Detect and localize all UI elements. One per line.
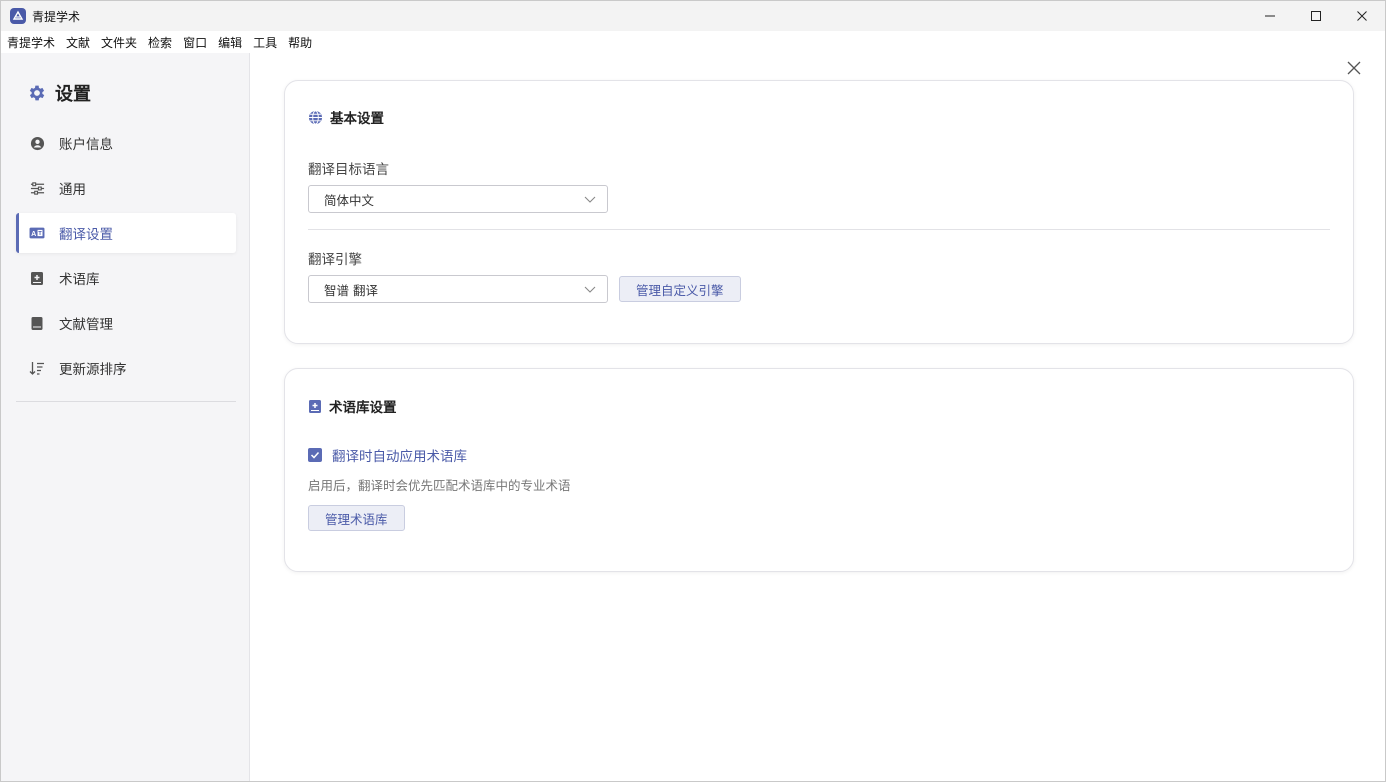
settings-sidebar: 设置 账户信息 通用 A 翻译设置 术语库 文献管理 更新源排序	[1, 53, 250, 781]
sidebar-item-label: 术语库	[59, 272, 100, 288]
sidebar-item-label: 通用	[59, 182, 86, 198]
minimize-button[interactable]	[1247, 1, 1293, 31]
menu-tools[interactable]: 工具	[253, 34, 277, 51]
sidebar-item-label: 账户信息	[59, 137, 113, 153]
close-icon[interactable]	[1346, 60, 1362, 76]
sliders-icon	[29, 180, 45, 196]
auto-apply-label: 翻译时自动应用术语库	[332, 449, 467, 465]
auto-apply-checkbox[interactable]	[308, 448, 322, 462]
sidebar-item-label: 文献管理	[59, 317, 113, 333]
settings-title: 设置	[55, 84, 91, 105]
menu-edit[interactable]: 编辑	[218, 34, 242, 51]
sidebar-item-glossary[interactable]: 术语库	[16, 258, 236, 298]
target-language-select[interactable]: 简体中文	[308, 185, 608, 213]
sidebar-item-general[interactable]: 通用	[16, 168, 236, 208]
basic-settings-title: 基本设置	[308, 107, 384, 127]
menu-search[interactable]: 检索	[148, 34, 172, 51]
checkmark-icon	[310, 451, 320, 459]
minimize-icon	[1265, 15, 1275, 17]
glossary-settings-title-text: 术语库设置	[329, 400, 397, 416]
manage-custom-engine-button[interactable]: 管理自定义引擎	[619, 276, 741, 302]
target-language-label: 翻译目标语言	[308, 162, 389, 178]
maximize-icon	[1311, 11, 1321, 21]
globe-icon	[308, 109, 323, 125]
sidebar-item-label: 更新源排序	[59, 362, 127, 378]
target-language-value: 简体中文	[324, 192, 375, 208]
gear-icon	[29, 85, 45, 101]
term-book-icon	[308, 399, 322, 414]
glossary-settings-title: 术语库设置	[308, 396, 397, 416]
book-icon	[29, 315, 45, 331]
close-window-button[interactable]	[1339, 1, 1385, 31]
window-controls	[1247, 1, 1385, 31]
menu-window[interactable]: 窗口	[183, 34, 207, 51]
sort-icon	[29, 360, 45, 376]
settings-header: 设置	[27, 80, 91, 106]
chevron-down-icon	[584, 286, 596, 293]
translate-icon: A	[29, 225, 45, 241]
section-divider	[308, 229, 1330, 230]
basic-settings-title-text: 基本设置	[330, 111, 384, 127]
user-icon	[29, 135, 45, 151]
title-bar[interactable]: 青提学术	[1, 1, 1385, 31]
glossary-settings-card: 术语库设置 翻译时自动应用术语库 启用后，翻译时会优先匹配术语库中的专业术语 管…	[284, 368, 1354, 572]
menu-bar: 青提学术 文献 文件夹 检索 窗口 编辑 工具 帮助	[1, 31, 1385, 53]
menu-literature[interactable]: 文献	[66, 34, 90, 51]
basic-settings-card: 基本设置 翻译目标语言 简体中文 翻译引擎 智谱 翻译 管理自定义引擎	[284, 80, 1354, 344]
term-book-icon	[29, 270, 45, 286]
sidebar-divider	[16, 401, 236, 402]
sidebar-item-translation[interactable]: A 翻译设置	[16, 213, 236, 253]
engine-label: 翻译引擎	[308, 252, 362, 268]
auto-apply-glossary-option[interactable]: 翻译时自动应用术语库	[308, 445, 467, 465]
maximize-button[interactable]	[1293, 1, 1339, 31]
engine-value: 智谱 翻译	[324, 282, 378, 298]
manage-glossary-button[interactable]: 管理术语库	[308, 505, 405, 531]
auto-apply-hint: 启用后，翻译时会优先匹配术语库中的专业术语	[308, 478, 571, 493]
sidebar-item-account[interactable]: 账户信息	[16, 123, 236, 163]
sidebar-item-label: 翻译设置	[59, 227, 113, 243]
menu-app[interactable]: 青提学术	[7, 34, 55, 51]
sidebar-item-library[interactable]: 文献管理	[16, 303, 236, 343]
window-title: 青提学术	[32, 9, 81, 24]
engine-select[interactable]: 智谱 翻译	[308, 275, 608, 303]
settings-nav: 账户信息 通用 A 翻译设置 术语库 文献管理 更新源排序	[16, 123, 236, 393]
menu-help[interactable]: 帮助	[288, 34, 312, 51]
chevron-down-icon	[584, 196, 596, 203]
close-icon	[1357, 11, 1367, 21]
app-logo-icon	[10, 8, 26, 24]
menu-folder[interactable]: 文件夹	[101, 34, 137, 51]
sidebar-item-source-order[interactable]: 更新源排序	[16, 348, 236, 388]
svg-text:A: A	[31, 230, 36, 238]
app-window: 青提学术 青提学术 文献 文件夹 检索 窗口 编辑 工具 帮助 设置 账户信息 …	[0, 0, 1386, 782]
